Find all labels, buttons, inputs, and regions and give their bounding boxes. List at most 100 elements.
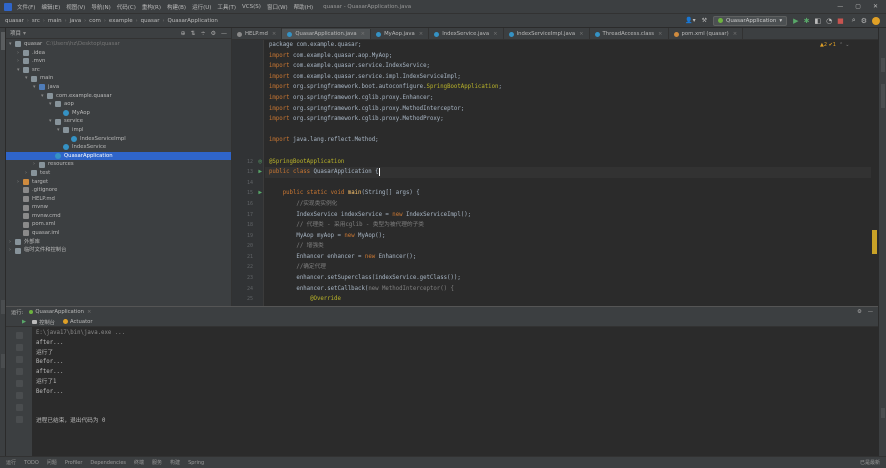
settings-icon[interactable]: ⚙ xyxy=(861,17,867,25)
tree-item[interactable]: ▾ quasar C:\Users\hz\Desktop\quasar xyxy=(6,40,231,49)
project-tool-icon[interactable] xyxy=(0,32,5,50)
breadcrumb-item[interactable]: main xyxy=(48,18,62,24)
tool-window-button[interactable]: TODO xyxy=(24,460,39,466)
menu-item[interactable]: 工具(T) xyxy=(217,3,236,11)
big-data-tool-icon[interactable] xyxy=(880,84,885,108)
hide-icon[interactable]: — xyxy=(868,309,873,315)
tree-item[interactable]: › .mvn xyxy=(6,57,231,66)
menu-item[interactable]: 文件(F) xyxy=(17,3,35,11)
rerun-icon[interactable] xyxy=(15,332,23,339)
trash-icon[interactable] xyxy=(15,404,23,411)
tree-item[interactable]: ▾ impl xyxy=(6,126,231,135)
plugin-icon[interactable] xyxy=(872,16,880,25)
menu-item[interactable]: 重构(R) xyxy=(142,3,161,11)
editor-tab[interactable]: pom.xml (quasar) × xyxy=(669,28,744,39)
editor-tab[interactable]: IndexServiceImpl.java × xyxy=(504,28,590,39)
breadcrumb-item[interactable]: quasar xyxy=(141,18,160,24)
actuator-tab[interactable]: Actuator xyxy=(62,319,93,325)
tree-item[interactable]: HELP.md xyxy=(6,195,231,204)
structure-tool-icon[interactable] xyxy=(0,300,5,314)
inspection-widget[interactable]: ▲2 ✔1 ⌃ ⌄ xyxy=(820,40,849,50)
tree-item[interactable]: ▾ src xyxy=(6,66,231,75)
tool-window-button[interactable]: Spring xyxy=(188,460,204,466)
menu-item[interactable]: VCS(S) xyxy=(242,4,261,10)
user-icon[interactable]: 👤▾ xyxy=(685,17,695,24)
tree-item[interactable]: .gitignore xyxy=(6,186,231,195)
run-icon[interactable]: ▶ xyxy=(22,319,26,325)
tree-item[interactable]: IndexServiceImpl xyxy=(6,135,231,144)
tool-window-button[interactable]: 构建 xyxy=(170,459,180,466)
soft-wrap-icon[interactable] xyxy=(15,368,23,375)
close-icon[interactable]: × xyxy=(272,31,276,37)
breadcrumb-item[interactable]: QuasarApplication xyxy=(167,18,217,24)
chevron-down-icon[interactable]: ▾ xyxy=(23,30,26,37)
stop-icon[interactable] xyxy=(15,344,23,351)
close-icon[interactable]: × xyxy=(493,31,497,37)
bookmarks-tool-icon[interactable] xyxy=(0,354,5,368)
tree-item[interactable]: pom.xml xyxy=(6,220,231,229)
minimize-button[interactable]: — xyxy=(837,3,843,10)
editor-tab[interactable]: MyAop.java × xyxy=(371,28,430,39)
tool-window-button[interactable]: Dependencies xyxy=(90,460,126,466)
close-icon[interactable]: × xyxy=(419,31,423,37)
console-tab[interactable]: 控制台 xyxy=(32,318,55,326)
run-config-select[interactable]: QuasarApplication ▾ xyxy=(712,15,788,26)
tree-item[interactable]: › .idea xyxy=(6,49,231,58)
editor-tab[interactable]: ThreadAccess.class × xyxy=(590,28,669,39)
tree-item[interactable]: quasar.iml xyxy=(6,229,231,238)
search-icon[interactable]: ⌕ xyxy=(852,16,856,25)
tool-window-button[interactable]: 运行 xyxy=(6,459,16,466)
tree-item[interactable]: mvnw xyxy=(6,203,231,212)
expand-icon[interactable]: ÷ xyxy=(201,30,206,37)
tree-item[interactable]: QuasarApplication xyxy=(6,151,231,161)
tree-item[interactable]: ▾ service xyxy=(6,117,231,126)
editor-tab[interactable]: HELP.md × xyxy=(232,28,283,39)
run-gutter-icon[interactable]: ▶ xyxy=(258,167,262,178)
editor-tab[interactable]: QuasarApplication.java × xyxy=(282,29,372,39)
editor-tab[interactable]: IndexService.java × xyxy=(429,28,504,39)
breadcrumb-item[interactable]: example xyxy=(109,18,133,24)
tree-item[interactable]: IndexService xyxy=(6,143,231,152)
breadcrumb-item[interactable]: com xyxy=(89,18,101,24)
run-config-tab[interactable]: QuasarApplication × xyxy=(29,309,91,315)
notifications-tool-icon[interactable] xyxy=(880,408,885,418)
tree-item[interactable]: ▾ main xyxy=(6,74,231,83)
menu-item[interactable]: 编辑(E) xyxy=(41,3,60,11)
tree-item[interactable]: ▾ com.example.quasar xyxy=(6,92,231,101)
tool-window-button[interactable]: 终端 xyxy=(134,459,144,466)
gear-icon[interactable]: ⚙ xyxy=(211,30,216,37)
menu-item[interactable]: 运行(U) xyxy=(192,3,211,11)
editor-scrollbar[interactable] xyxy=(871,40,878,306)
tool-window-button[interactable]: 服务 xyxy=(152,459,162,466)
hammer-icon[interactable]: ⚒ xyxy=(702,17,707,24)
locate-icon[interactable]: ⊕ xyxy=(181,30,186,37)
menu-item[interactable]: 构建(B) xyxy=(167,3,186,11)
tree-item[interactable]: MyAop xyxy=(6,109,231,118)
tool-window-button[interactable]: Profiler xyxy=(65,460,83,466)
stop-icon[interactable]: ■ xyxy=(837,17,844,25)
chevron-up-icon[interactable]: ⌃ xyxy=(839,42,843,48)
hide-icon[interactable]: — xyxy=(221,30,227,37)
menu-item[interactable]: 窗口(W) xyxy=(267,3,288,11)
close-icon[interactable]: × xyxy=(87,309,91,315)
menu-item[interactable]: 代码(C) xyxy=(117,3,136,11)
tree-item[interactable]: › 外部库 xyxy=(6,238,231,247)
maven-tool-icon[interactable] xyxy=(880,58,885,72)
close-icon[interactable]: × xyxy=(733,31,737,37)
close-icon[interactable]: × xyxy=(658,31,662,37)
tree-item[interactable]: › resources xyxy=(6,160,231,169)
run-gutter-icon[interactable]: ◎ xyxy=(258,157,262,168)
project-view-label[interactable]: 项目 xyxy=(10,29,21,37)
breadcrumb-item[interactable]: src xyxy=(32,18,40,24)
profile-icon[interactable]: ◔ xyxy=(826,17,832,25)
menu-item[interactable]: 导航(N) xyxy=(91,3,110,11)
print-icon[interactable] xyxy=(15,392,23,399)
close-icon[interactable]: × xyxy=(361,31,365,37)
maximize-button[interactable]: ▢ xyxy=(855,3,861,10)
pin-icon[interactable] xyxy=(15,416,23,423)
tree-item[interactable]: ▾ aop xyxy=(6,100,231,109)
breadcrumb-item[interactable]: quasar xyxy=(5,18,24,24)
run-gutter-icon[interactable]: ▶ xyxy=(258,188,262,199)
gear-icon[interactable]: ⚙ xyxy=(857,309,862,315)
console-output[interactable]: E:\java17\bin\java.exe ... after... 运行了 Bef… xyxy=(36,329,866,427)
